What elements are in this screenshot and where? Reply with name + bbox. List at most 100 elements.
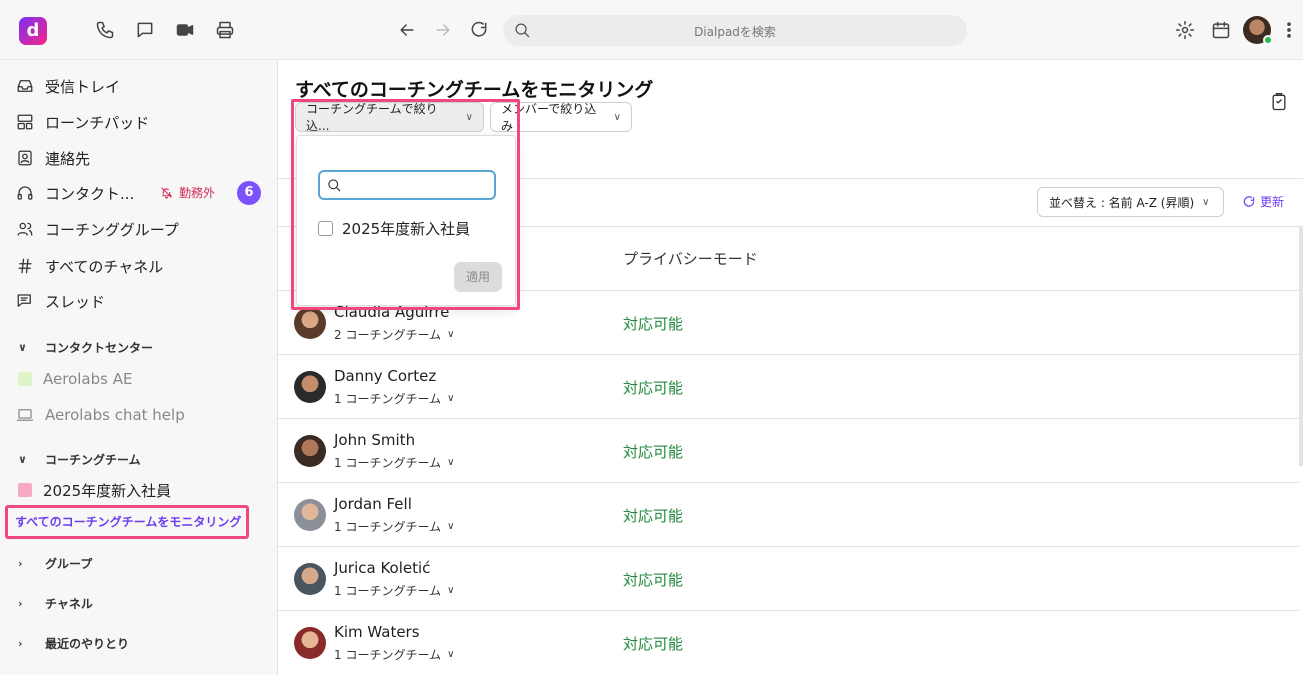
- option-label: 2025年度新入社員: [342, 220, 471, 238]
- hash-icon: [18, 258, 32, 274]
- monitor-all-coaching-teams-link[interactable]: すべてのコーチングチームをモニタリング: [5, 505, 249, 539]
- video-icon[interactable]: [174, 19, 196, 41]
- sidebar-item-coaching-groups[interactable]: コーチンググループ: [16, 217, 179, 241]
- dropdown-search-input[interactable]: [318, 170, 496, 200]
- color-square-icon: [18, 372, 32, 386]
- scrollbar[interactable]: [1299, 226, 1303, 466]
- chevron-down-icon: ∨: [465, 111, 473, 123]
- privacy-status: 対応可能: [623, 315, 684, 333]
- sidebar-item-launchpad[interactable]: ローンチパッド: [16, 110, 149, 134]
- page-title: すべてのコーチングチームをモニタリング: [295, 79, 654, 101]
- member-teams[interactable]: 1 コーチングチーム ∨: [334, 390, 454, 407]
- teams-count: 1 コーチングチーム: [334, 456, 442, 470]
- sidebar-item-label: 受信トレイ: [45, 77, 121, 96]
- table-row[interactable]: Jurica Koletić 1 コーチングチーム ∨ 対応可能: [278, 546, 1299, 610]
- member-teams[interactable]: 2 コーチングチーム ∨: [334, 326, 454, 343]
- print-icon[interactable]: [214, 19, 236, 41]
- off-duty-status[interactable]: 勤務外: [160, 184, 215, 201]
- section-label: 最近のやりとり: [45, 636, 130, 651]
- refresh-button[interactable]: 更新: [1242, 193, 1284, 210]
- section-recent[interactable]: › 最近のやりとり: [18, 633, 129, 653]
- dropdown-option[interactable]: 2025年度新入社員: [318, 218, 470, 239]
- sidebar-item-label: スレッド: [45, 292, 106, 311]
- headset-icon: [17, 186, 33, 200]
- chevron-down-icon: ∨: [447, 649, 455, 660]
- member-name: Jordan Fell: [334, 495, 412, 513]
- member-teams[interactable]: 1 コーチングチーム ∨: [334, 518, 454, 535]
- teams-count: 1 コーチングチーム: [334, 648, 442, 662]
- member-teams[interactable]: 1 コーチングチーム ∨: [334, 582, 454, 599]
- table-row[interactable]: Kim Waters 1 コーチングチーム ∨ 対応可能: [278, 610, 1299, 674]
- avatar: [294, 435, 326, 467]
- privacy-status: 対応可能: [623, 443, 684, 461]
- sidebar-item-label: コンタクト...: [45, 184, 135, 203]
- search-input[interactable]: Dialpadを検索: [503, 15, 967, 46]
- search-icon: [328, 179, 341, 192]
- sidebar: 受信トレイ ローンチパッド 連絡先 コンタクト... 勤務外 6 コーチンググル…: [0, 60, 278, 675]
- forward-icon[interactable]: [432, 19, 454, 41]
- contacts-icon: [18, 150, 32, 166]
- phone-icon[interactable]: [94, 19, 116, 41]
- off-duty-label: 勤務外: [179, 186, 216, 200]
- sidebar-item-contacts[interactable]: 連絡先: [16, 146, 90, 170]
- section-label: チャネル: [45, 596, 93, 611]
- dialpad-logo[interactable]: d: [19, 17, 47, 45]
- inbox-icon: [17, 80, 33, 92]
- sidebar-item-inbox[interactable]: 受信トレイ: [16, 74, 120, 98]
- section-label: コンタクトセンター: [45, 340, 154, 355]
- gear-icon[interactable]: [1174, 19, 1196, 41]
- calendar-icon[interactable]: [1210, 19, 1232, 41]
- filter-label: コーチングチームで絞り込...: [306, 102, 438, 133]
- section-coaching-team[interactable]: ∨ コーチングチーム: [18, 449, 141, 469]
- chevron-right-icon: ›: [18, 636, 23, 650]
- sidebar-item-threads[interactable]: スレッド: [16, 289, 105, 313]
- section-label: コーチングチーム: [45, 452, 141, 467]
- avatar: [294, 371, 326, 403]
- table-row[interactable]: Jordan Fell 1 コーチングチーム ∨ 対応可能: [278, 482, 1299, 546]
- refresh-icon: [1243, 195, 1255, 207]
- sidebar-item-aerolabs-chat-help[interactable]: Aerolabs chat help: [16, 403, 185, 427]
- teams-count: 2 コーチングチーム: [334, 328, 442, 342]
- member-teams[interactable]: 1 コーチングチーム ∨: [334, 454, 454, 471]
- sidebar-item-label: 連絡先: [45, 149, 91, 168]
- member-teams[interactable]: 1 コーチングチーム ∨: [334, 646, 454, 663]
- privacy-status: 対応可能: [623, 571, 684, 589]
- sidebar-item-label: ローンチパッド: [45, 113, 150, 132]
- top-bar: d Dialpadを検索: [0, 0, 1303, 60]
- more-icon[interactable]: [1278, 19, 1300, 41]
- reload-icon[interactable]: [468, 19, 490, 41]
- sidebar-item-aerolabs-ae[interactable]: Aerolabs AE: [16, 367, 132, 391]
- search-placeholder: Dialpadを検索: [694, 25, 776, 39]
- avatar: [294, 307, 326, 339]
- section-channels[interactable]: › チャネル: [18, 593, 93, 613]
- chevron-right-icon: ›: [18, 596, 23, 610]
- clipboard-icon[interactable]: [1269, 92, 1289, 112]
- table-row[interactable]: Danny Cortez 1 コーチングチーム ∨ 対応可能: [278, 354, 1299, 418]
- section-contact-center[interactable]: ∨ コンタクトセンター: [18, 337, 153, 357]
- sidebar-item-coaching-team-2025[interactable]: 2025年度新入社員: [16, 478, 171, 502]
- bell-off-icon: [161, 187, 173, 199]
- column-header-privacy[interactable]: プライバシーモード: [623, 248, 758, 269]
- table-row[interactable]: John Smith 1 コーチングチーム ∨ 対応可能: [278, 418, 1299, 482]
- chevron-down-icon: ∨: [1202, 196, 1210, 208]
- sidebar-item-all-channels[interactable]: すべてのチャネル: [16, 254, 163, 278]
- sort-dropdown[interactable]: 並べ替え : 名前 A-Z (昇順) ∨: [1037, 187, 1224, 217]
- unread-badge: 6: [237, 181, 261, 205]
- sidebar-item-label: すべてのチャネル: [45, 257, 164, 276]
- teams-count: 1 コーチングチーム: [334, 520, 442, 534]
- filter-by-coaching-team-button[interactable]: コーチングチームで絞り込... ∨: [295, 102, 484, 133]
- chevron-down-icon: ∨: [447, 393, 455, 404]
- checkbox[interactable]: [318, 221, 333, 236]
- back-icon[interactable]: [396, 19, 418, 41]
- sidebar-item-contact-center[interactable]: コンタクト...: [16, 181, 134, 205]
- section-label: グループ: [45, 556, 93, 571]
- chat-icon[interactable]: [134, 19, 156, 41]
- people-icon: [17, 222, 33, 236]
- section-groups[interactable]: › グループ: [18, 553, 92, 573]
- privacy-status: 対応可能: [623, 379, 684, 397]
- filter-by-member-button[interactable]: メンバーで絞り込み ∨: [490, 102, 632, 133]
- apply-button[interactable]: 適用: [454, 262, 502, 292]
- member-name: John Smith: [334, 431, 416, 449]
- presence-indicator: [1263, 35, 1273, 45]
- laptop-icon: [16, 409, 34, 421]
